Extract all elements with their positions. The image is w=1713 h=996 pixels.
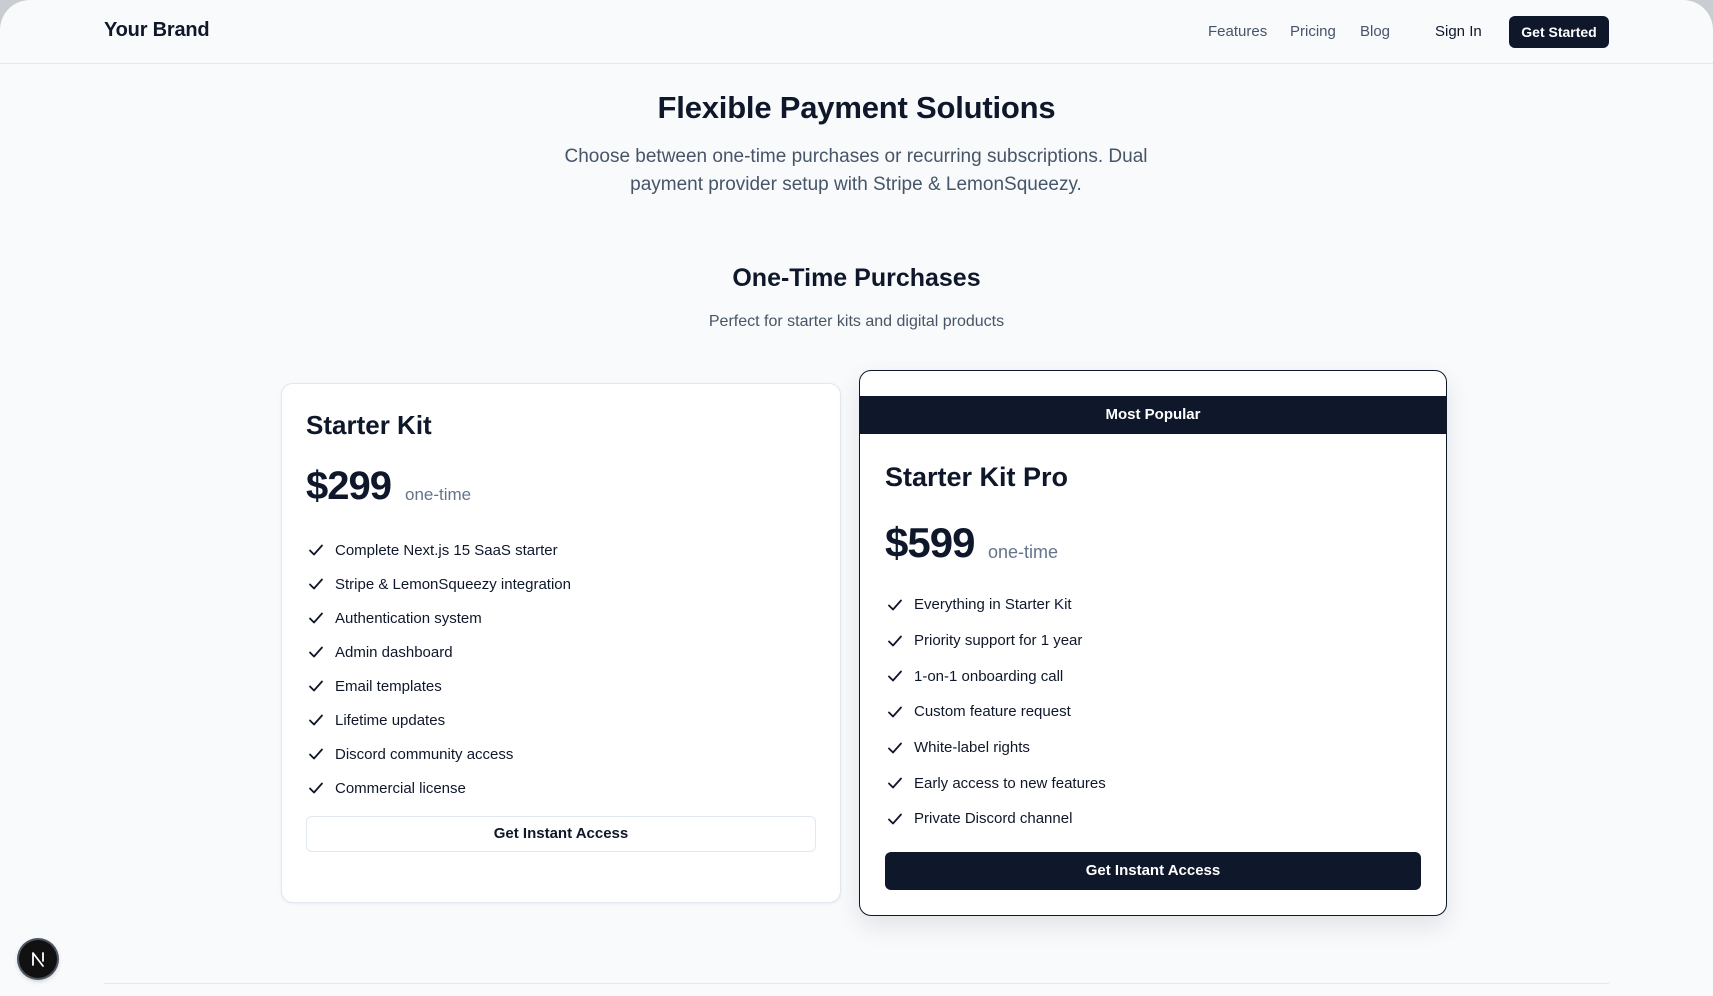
check-icon [888, 742, 902, 753]
plan-price-note: one-time [405, 485, 472, 504]
feature-label: Stripe & LemonSqueezy integration [335, 575, 571, 593]
feature-label: Lifetime updates [335, 711, 446, 729]
section-subtitle: Perfect for starter kits and digital pro… [708, 313, 1005, 330]
nav-link-blog[interactable]: Blog [1360, 23, 1390, 40]
feature-label: Commercial license [335, 779, 466, 797]
feature-item: Priority support for 1 year [885, 623, 1106, 659]
plan-price-note: one-time [988, 542, 1059, 562]
feature-label: White-label rights [914, 739, 1030, 757]
footer-divider [104, 983, 1609, 984]
feature-item: Everything in Starter Kit [885, 587, 1106, 623]
feature-list: Everything in Starter Kit Priority suppo… [885, 587, 1106, 837]
check-icon [888, 670, 902, 682]
page-subtitle: Choose between one-time purchases or rec… [564, 146, 1148, 195]
page-title: Flexible Payment Solutions [657, 90, 1056, 125]
feature-item: Discord community access [306, 737, 571, 771]
plan-price: $599 [885, 519, 975, 566]
feature-item: Admin dashboard [306, 635, 571, 669]
brand-logo[interactable]: Your Brand [104, 19, 210, 42]
feature-item: Stripe & LemonSqueezy integration [306, 567, 571, 601]
feature-label: Priority support for 1 year [914, 632, 1083, 650]
most-popular-badge: Most Popular [860, 396, 1446, 434]
nextjs-logo-icon [32, 952, 44, 967]
feature-item: Lifetime updates [306, 703, 571, 737]
feature-label: Custom feature request [914, 703, 1071, 721]
check-icon [309, 782, 323, 794]
feature-label: 1-on-1 onboarding call [914, 667, 1064, 685]
feature-item: Private Discord channel [885, 801, 1106, 837]
feature-item: Custom feature request [885, 694, 1106, 730]
check-icon [888, 635, 902, 646]
pricing-card-starter-kit: Starter Kit $299 one-time Complete Next.… [281, 383, 841, 903]
pricing-card-starter-kit-pro: Most Popular Starter Kit Pro $599 one-ti… [859, 370, 1447, 916]
plan-price: $299 [306, 464, 392, 508]
navbar: Your Brand Features Pricing Blog Sign In… [0, 0, 1713, 64]
feature-label: Admin dashboard [335, 643, 453, 661]
check-icon [309, 748, 323, 760]
feature-item: Early access to new features [885, 765, 1106, 801]
section-title: One-Time Purchases [732, 264, 981, 292]
feature-label: Everything in Starter Kit [914, 596, 1072, 614]
get-instant-access-button[interactable]: Get Instant Access [885, 852, 1421, 890]
check-icon [888, 813, 902, 825]
check-icon [888, 777, 902, 789]
feature-item: 1-on-1 onboarding call [885, 658, 1106, 694]
page-frame: Your Brand Features Pricing Blog Sign In… [0, 0, 1713, 996]
nextjs-devtools-button[interactable] [19, 940, 57, 978]
feature-item: Authentication system [306, 601, 571, 635]
feature-item: Commercial license [306, 771, 571, 805]
feature-label: Authentication system [335, 609, 482, 627]
check-icon [309, 680, 323, 692]
get-started-button[interactable]: Get Started [1509, 16, 1609, 48]
check-icon [309, 646, 323, 658]
check-icon [888, 706, 902, 718]
feature-list: Complete Next.js 15 SaaS starter Stripe … [306, 533, 571, 805]
check-icon [309, 612, 323, 624]
get-instant-access-button[interactable]: Get Instant Access [306, 816, 816, 852]
nav-link-pricing[interactable]: Pricing [1290, 23, 1336, 40]
feature-label: Email templates [335, 677, 442, 695]
feature-item: White-label rights [885, 730, 1106, 766]
sign-in-link[interactable]: Sign In [1435, 23, 1482, 40]
check-icon [888, 599, 902, 611]
nav-link-features[interactable]: Features [1208, 23, 1267, 40]
feature-item: Email templates [306, 669, 571, 703]
feature-label: Private Discord channel [914, 810, 1073, 828]
feature-label: Complete Next.js 15 SaaS starter [335, 541, 558, 559]
feature-item: Complete Next.js 15 SaaS starter [306, 533, 571, 567]
plan-name: Starter Kit [306, 410, 432, 440]
check-icon [309, 714, 323, 726]
feature-label: Early access to new features [914, 774, 1106, 792]
check-icon [309, 544, 323, 556]
plan-name: Starter Kit Pro [885, 462, 1069, 492]
feature-label: Discord community access [335, 745, 514, 763]
check-icon [309, 578, 323, 590]
